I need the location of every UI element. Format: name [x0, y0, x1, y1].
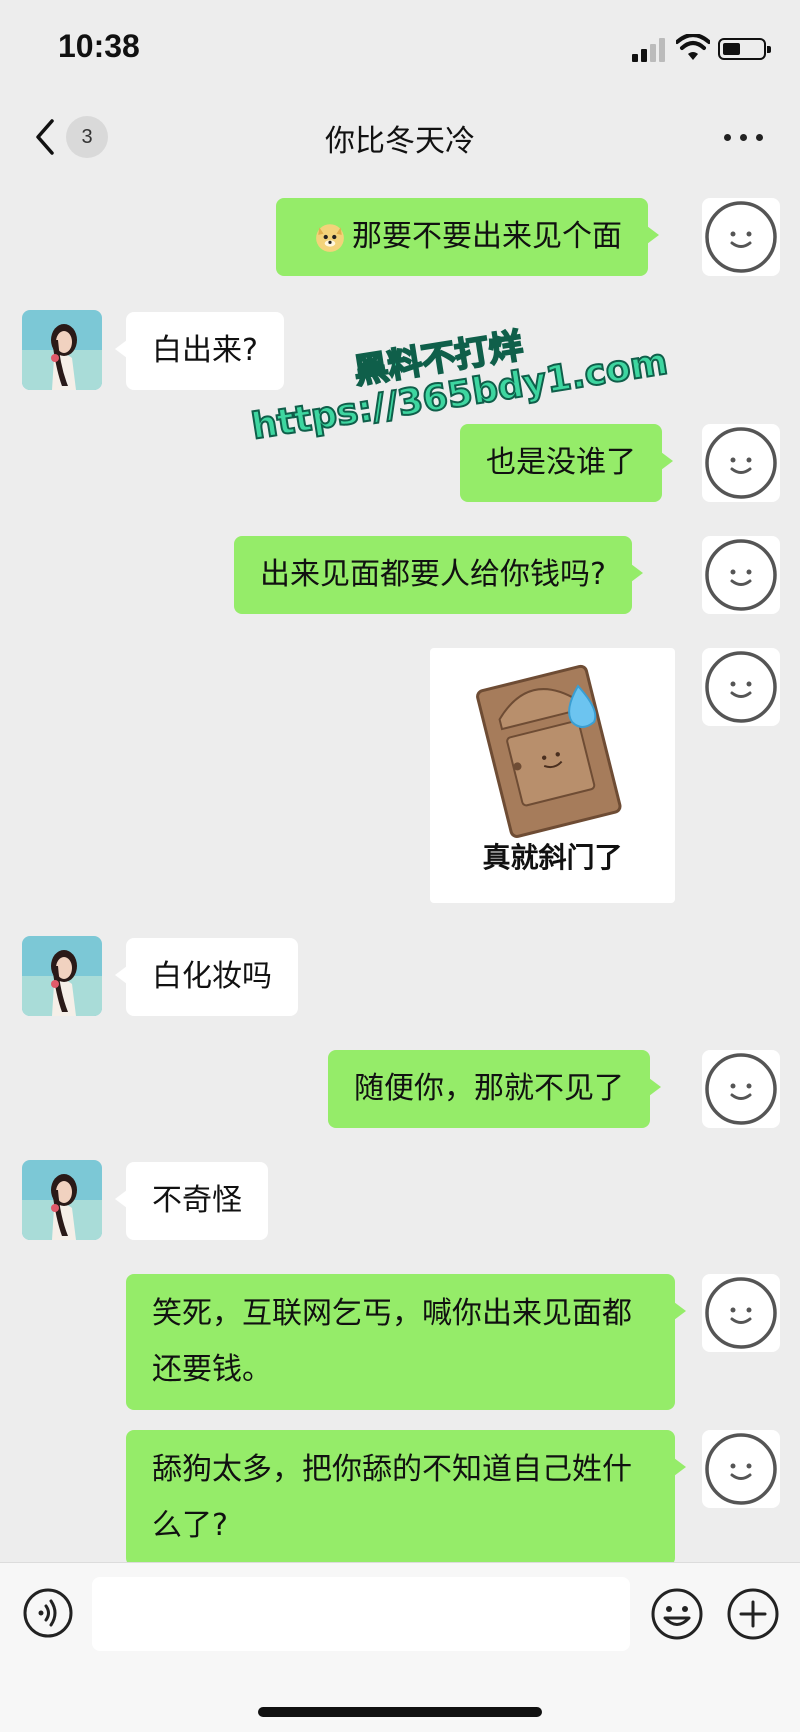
plus-icon[interactable] [726, 1587, 780, 1641]
sticker-message[interactable]: 真就斜门了 [430, 648, 675, 903]
door-sticker-image [476, 664, 622, 838]
my-avatar[interactable] [702, 648, 780, 726]
message-text: 白化妆吗 [152, 959, 272, 994]
contact-avatar[interactable] [22, 936, 102, 1016]
status-time: 10:38 [58, 28, 140, 64]
status-bar: 10:38 [0, 0, 800, 100]
my-avatar[interactable] [702, 1430, 780, 1508]
chat-header: 3 你比冬天冷 [0, 100, 800, 176]
chat-title: 你比冬天冷 [325, 124, 475, 159]
message-text: 舔狗太多，把你舔的不知道自己姓什么了? [152, 1452, 632, 1543]
my-avatar[interactable] [702, 198, 780, 276]
message-bubble-outgoing[interactable]: 随便你，那就不见了 [328, 1050, 661, 1128]
message-text: 笑死，互联网乞丐，喊你出来见面都还要钱。 [152, 1296, 632, 1387]
my-avatar[interactable] [702, 424, 780, 502]
my-avatar[interactable] [702, 1050, 780, 1128]
cellular-signal-icon [632, 38, 666, 62]
message-bubble-outgoing[interactable]: 那要不要出来见个面 [276, 198, 659, 276]
my-avatar[interactable] [702, 1274, 780, 1352]
message-text: 不奇怪 [152, 1183, 242, 1218]
emoji-icon[interactable] [650, 1587, 704, 1641]
message-text: 出来见面都要人给你钱吗? [260, 557, 606, 592]
message-bubble-outgoing[interactable]: 笑死，互联网乞丐，喊你出来见面都还要钱。 [126, 1274, 686, 1410]
message-input[interactable] [92, 1577, 630, 1651]
message-bubble-incoming[interactable]: 不奇怪 [115, 1162, 268, 1240]
message-text: 也是没谁了 [486, 445, 636, 480]
sticker-caption: 真就斜门了 [482, 841, 623, 874]
wifi-icon [676, 34, 710, 60]
home-indicator[interactable] [258, 1707, 542, 1717]
message-bubble-incoming[interactable]: 白化妆吗 [115, 938, 298, 1016]
voice-icon[interactable] [22, 1587, 74, 1639]
doge-emoji-icon [316, 224, 344, 252]
my-avatar[interactable] [702, 536, 780, 614]
more-dots-icon[interactable] [724, 134, 764, 142]
contact-avatar[interactable] [22, 310, 102, 390]
message-input-bar [0, 1562, 800, 1732]
message-text: 随便你，那就不见了 [354, 1071, 624, 1106]
battery-icon [718, 38, 771, 60]
message-bubble-outgoing[interactable]: 舔狗太多，把你舔的不知道自己姓什么了? [126, 1430, 686, 1566]
message-bubble-outgoing[interactable]: 出来见面都要人给你钱吗? [234, 536, 643, 614]
contact-avatar[interactable] [22, 1160, 102, 1240]
message-text: 那要不要出来见个面 [352, 219, 622, 254]
